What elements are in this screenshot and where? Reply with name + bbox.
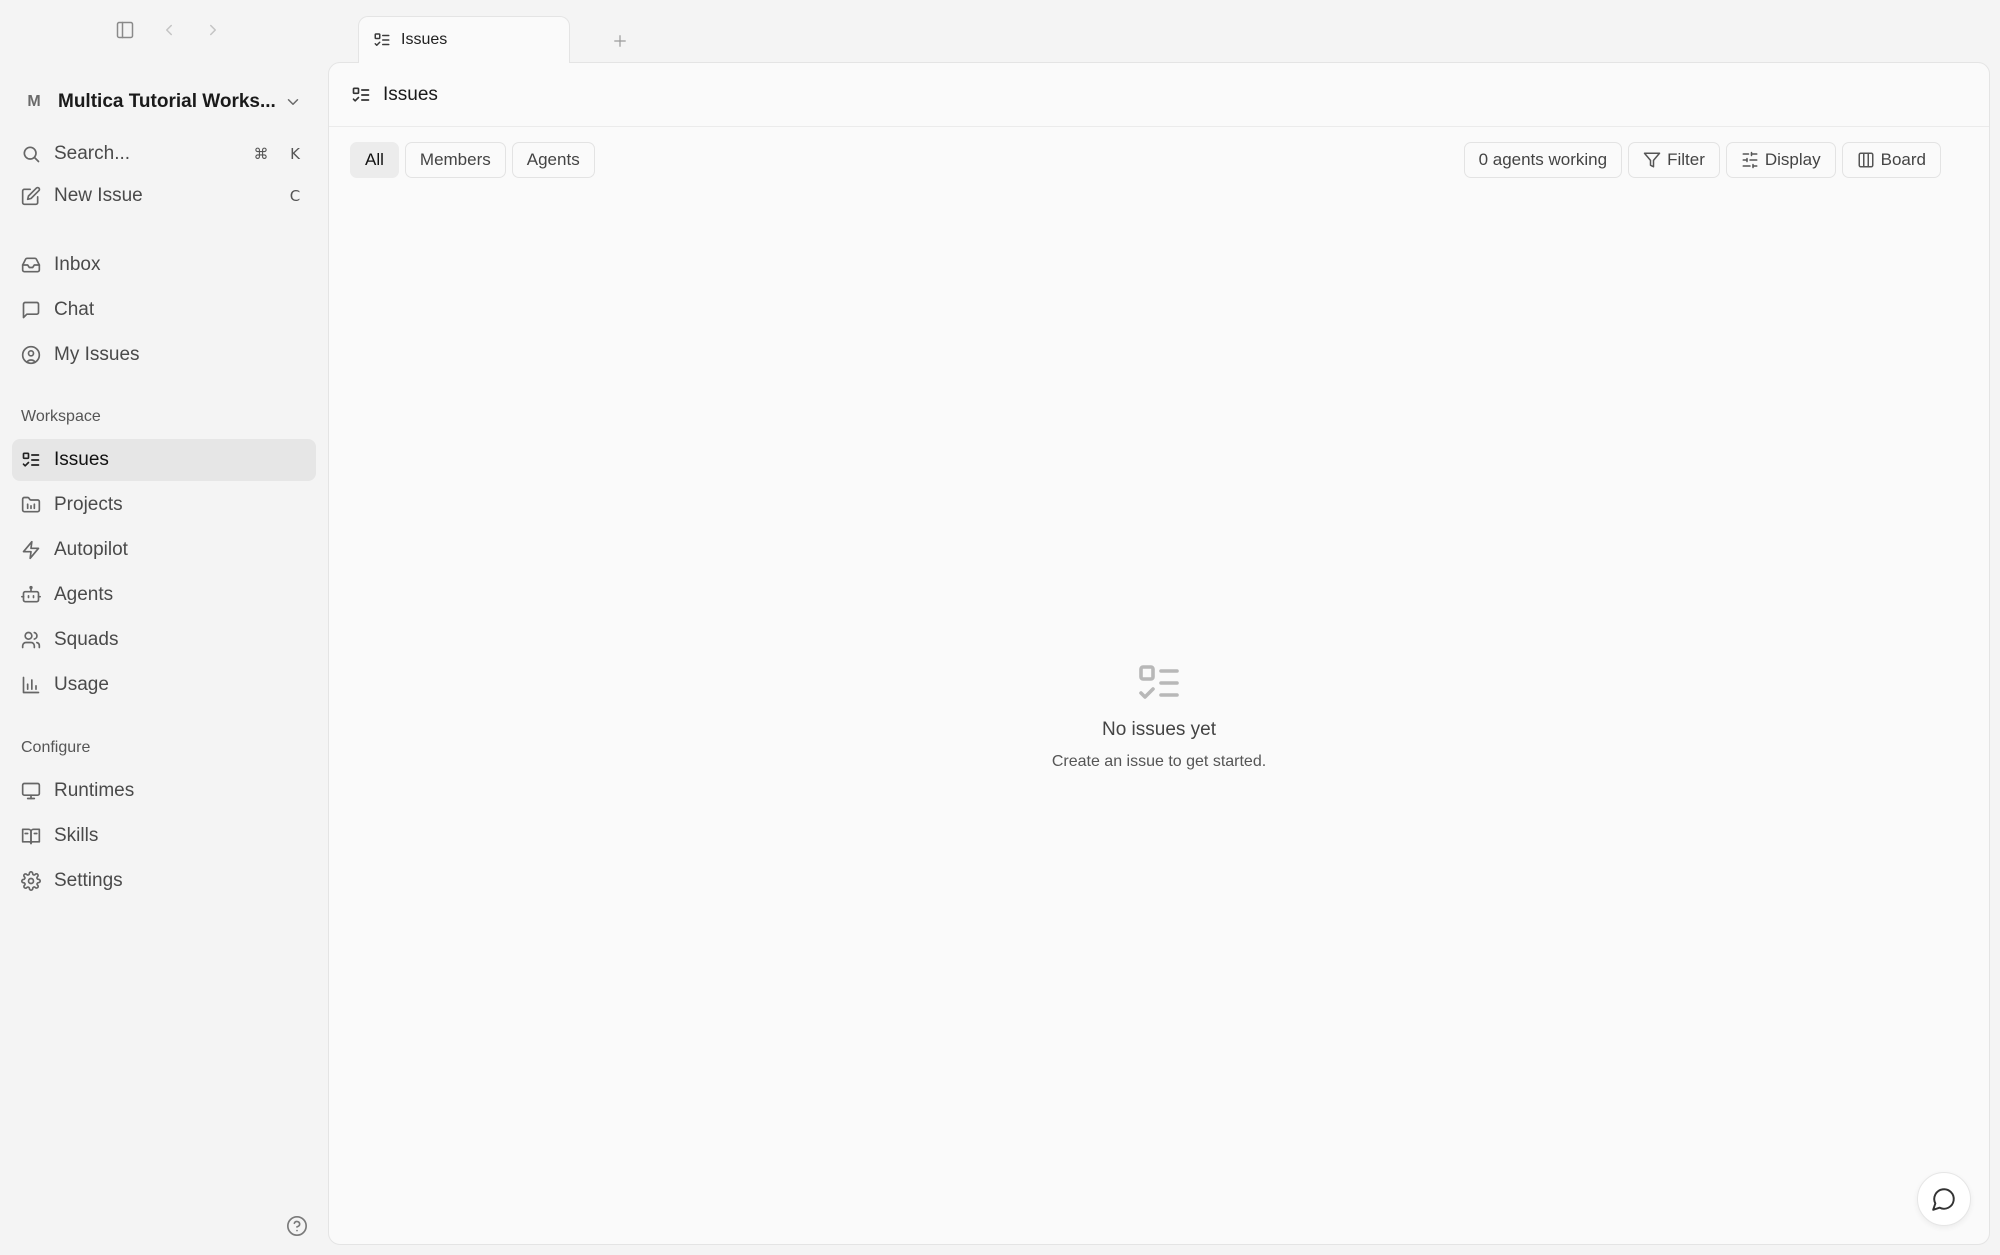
sidebar-item-projects[interactable]: Projects <box>12 484 316 526</box>
chat-fab-button[interactable] <box>1917 1172 1971 1226</box>
search-label: Search... <box>54 143 131 164</box>
pencil-square-icon <box>20 185 42 207</box>
sidebar-item-label: Autopilot <box>54 539 128 560</box>
issues-toolbar: All Members Agents 0 agents working Filt… <box>350 141 1941 179</box>
list-check-icon <box>373 31 391 49</box>
search-button[interactable]: Search... ⌘ K <box>12 133 316 175</box>
scope-members-button[interactable]: Members <box>404 142 506 178</box>
page-header: Issues <box>329 63 1989 127</box>
agents-working-label: 0 agents working <box>1478 150 1608 169</box>
shortcut-c-key: C <box>289 187 301 205</box>
bot-icon <box>20 584 42 606</box>
tab-label: Issues <box>401 31 448 48</box>
user-circle-icon <box>20 344 42 366</box>
sidebar-item-chat[interactable]: Chat <box>12 289 316 331</box>
new-tab-button[interactable] <box>600 21 640 61</box>
sidebar: M Multica Tutorial Works... Search... ⌘ … <box>0 0 328 1255</box>
display-button[interactable]: Display <box>1725 142 1836 178</box>
sidebar-item-label: Chat <box>54 299 95 320</box>
sidebar-item-inbox[interactable]: Inbox <box>12 244 316 286</box>
sidebar-item-label: Squads <box>54 629 119 650</box>
lightning-icon <box>20 539 42 561</box>
folder-icon <box>20 494 42 516</box>
sidebar-item-autopilot[interactable]: Autopilot <box>12 529 316 571</box>
users-icon <box>20 629 42 651</box>
search-icon <box>20 143 42 165</box>
workspace-switcher[interactable]: M Multica Tutorial Works... <box>14 84 314 120</box>
monitor-icon <box>20 780 42 802</box>
bar-chart-icon <box>20 674 42 696</box>
agents-working-button[interactable]: 0 agents working <box>1463 142 1623 178</box>
book-icon <box>20 825 42 847</box>
filter-icon <box>1643 151 1661 169</box>
workspace-avatar: M <box>27 93 41 110</box>
display-label: Display <box>1764 150 1821 169</box>
sidebar-item-usage[interactable]: Usage <box>12 664 316 706</box>
gear-icon <box>20 870 42 892</box>
list-check-icon <box>351 85 371 105</box>
tab-issues[interactable]: Issues <box>358 16 570 63</box>
list-check-icon <box>1135 659 1183 707</box>
scope-all-button[interactable]: All <box>350 142 399 178</box>
sidebar-item-squads[interactable]: Squads <box>12 619 316 661</box>
filter-label: Filter <box>1667 150 1705 169</box>
sidebar-item-skills[interactable]: Skills <box>12 815 316 857</box>
new-issue-label: New Issue <box>54 185 143 206</box>
columns-icon <box>1857 151 1875 169</box>
sidebar-item-label: Settings <box>54 870 123 891</box>
filter-button[interactable]: Filter <box>1628 142 1720 178</box>
scope-agents-button[interactable]: Agents <box>511 142 595 178</box>
page-title: Issues <box>383 83 438 105</box>
sidebar-item-label: Issues <box>54 449 109 470</box>
workspace-name: Multica Tutorial Works... <box>58 91 276 112</box>
sidebar-item-label: Runtimes <box>54 780 135 801</box>
sidebar-item-label: Agents <box>54 584 114 605</box>
empty-state-subtitle: Create an issue to get started. <box>1051 753 1267 770</box>
new-issue-button[interactable]: New Issue C <box>12 175 316 217</box>
sidebar-item-runtimes[interactable]: Runtimes <box>12 770 316 812</box>
board-button[interactable]: Board <box>1841 142 1941 178</box>
sidebar-item-my-issues[interactable]: My Issues <box>12 334 316 376</box>
plus-icon <box>611 32 629 50</box>
sidebar-item-settings[interactable]: Settings <box>12 860 316 902</box>
empty-state-title: No issues yet <box>1101 719 1217 740</box>
help-circle-icon <box>286 1215 308 1237</box>
section-label-configure: Configure <box>21 739 91 756</box>
inbox-icon <box>20 254 42 276</box>
section-label-workspace: Workspace <box>21 408 101 425</box>
shortcut-command-key: ⌘ <box>253 145 269 163</box>
list-check-icon <box>20 449 42 471</box>
chat-icon <box>20 299 42 321</box>
empty-state: No issues yet Create an issue to get sta… <box>329 659 1989 771</box>
sidebar-item-label: Projects <box>54 494 123 515</box>
chevron-down-icon <box>284 93 302 111</box>
shortcut-k-key: K <box>290 145 300 163</box>
sidebar-item-label: Skills <box>54 825 99 846</box>
sidebar-item-label: Usage <box>54 674 109 695</box>
board-label: Board <box>1880 150 1926 169</box>
help-button[interactable] <box>284 1213 310 1239</box>
chat-bubble-icon <box>1931 1186 1957 1212</box>
sidebar-item-issues[interactable]: Issues <box>12 439 316 481</box>
sidebar-item-label: My Issues <box>54 344 140 365</box>
sliders-icon <box>1741 151 1759 169</box>
tab-bar: Issues <box>358 16 640 63</box>
main-panel: Issues All Members Agents 0 agents worki… <box>328 62 1990 1245</box>
sidebar-item-label: Inbox <box>54 254 101 275</box>
sidebar-item-agents[interactable]: Agents <box>12 574 316 616</box>
